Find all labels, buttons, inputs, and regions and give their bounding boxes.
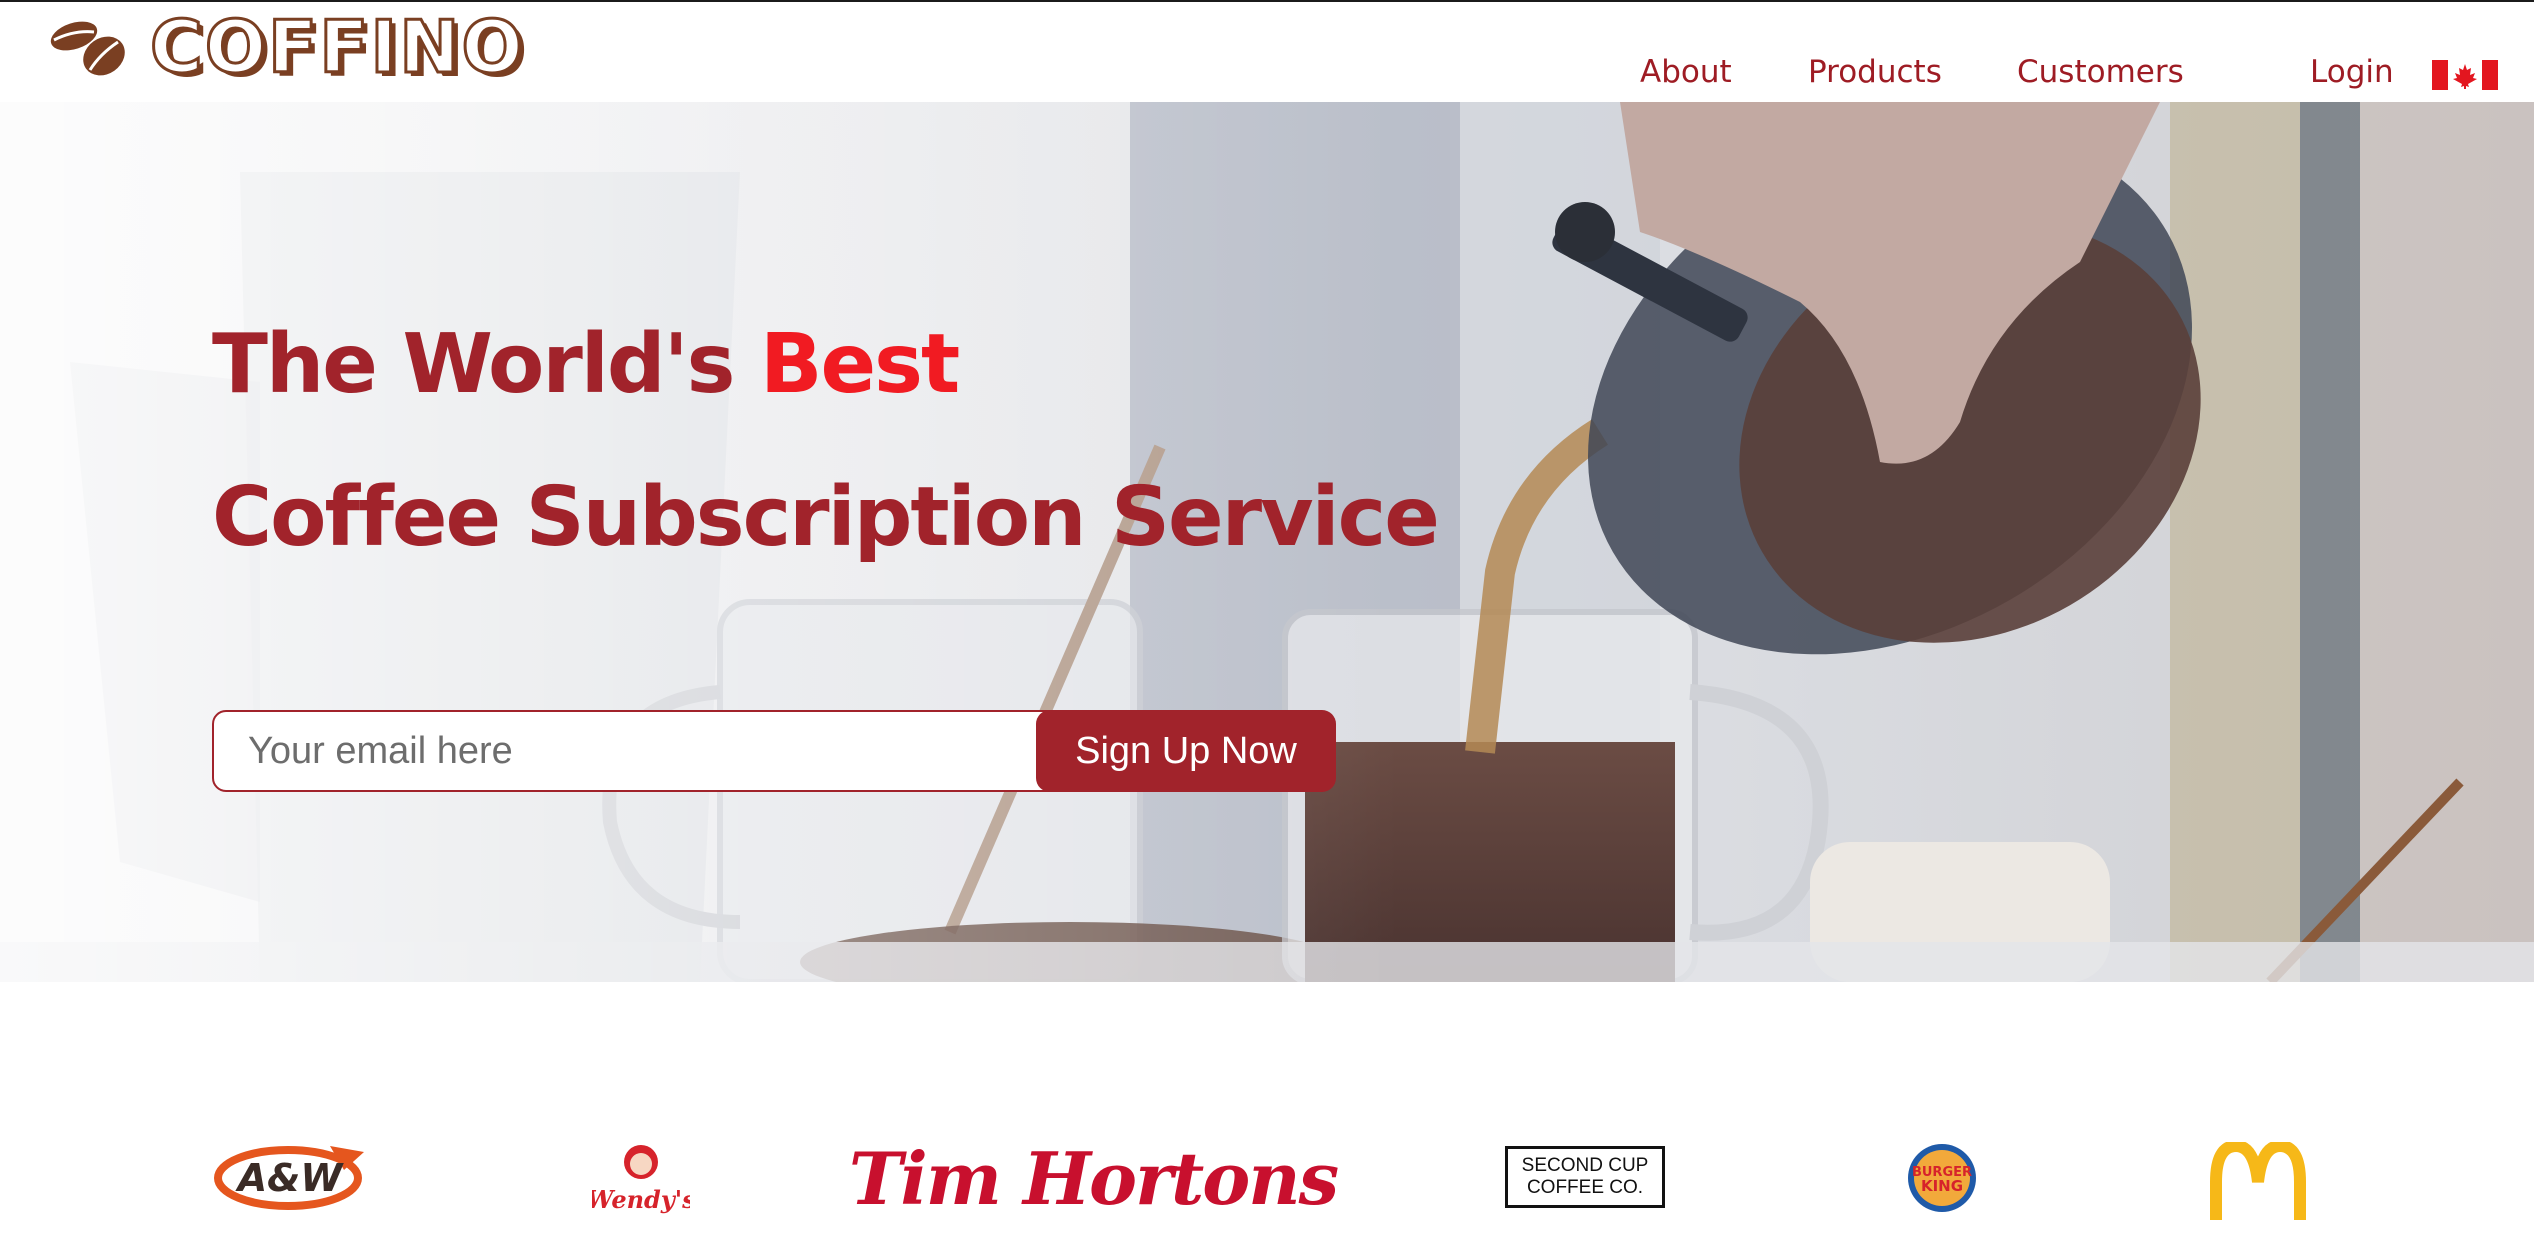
coffee-beans-icon	[50, 21, 125, 76]
hero-title-accent: Best	[760, 317, 960, 412]
burger-king-logo-line2: KING	[1921, 1177, 1963, 1195]
hero-title-line-2: Coffee Subscription Service	[212, 470, 1440, 565]
wendys-logo-graphic: Wendy's	[592, 1145, 690, 1214]
burger-king-logo-graphic: BURGER KING	[1908, 1144, 1976, 1212]
wendys-logo-text: Wendy's	[592, 1185, 690, 1214]
tim-hortons-logo-text: Tim Hortons	[848, 1135, 1339, 1221]
burger-king-logo: BURGER KING	[1906, 1142, 1978, 1214]
nav-customers[interactable]: Customers	[2017, 54, 2184, 90]
tim-hortons-logo: Tim Hortons	[849, 1136, 1339, 1221]
aw-logo-text: A&W	[235, 1156, 345, 1200]
landing-page: COFFINO About Products Customers Login T…	[0, 0, 2534, 1256]
logo-wordmark: COFFINO	[149, 5, 525, 89]
coffino-logo[interactable]: COFFINO	[44, 5, 544, 89]
signup-form: Sign Up Now	[212, 710, 1336, 792]
aw-logo: A&W	[212, 1138, 372, 1212]
wendys-logo: Wendy's	[592, 1142, 690, 1216]
customer-logos: A&W Wendy's Tim Hortons SECOND CUP COFFE…	[0, 982, 2534, 1256]
second-cup-logo-line1: SECOND CUP	[1521, 1155, 1649, 1176]
email-input[interactable]	[212, 710, 1110, 792]
hero-title-prefix: The World's	[212, 317, 761, 412]
second-cup-logo: SECOND CUP COFFEE CO.	[1503, 1144, 1667, 1210]
nav-login[interactable]: Login	[2310, 54, 2394, 90]
nav-about[interactable]: About	[1640, 54, 1732, 90]
site-header: COFFINO About Products Customers Login	[0, 2, 2534, 102]
sign-up-button[interactable]: Sign Up Now	[1036, 710, 1336, 792]
nav-products[interactable]: Products	[1808, 54, 1942, 90]
aw-logo-graphic: A&W	[214, 1146, 364, 1210]
hero-section: The World's Best Coffee Subscription Ser…	[0, 102, 2534, 982]
second-cup-logo-box: SECOND CUP COFFEE CO.	[1505, 1146, 1665, 1208]
mcdonalds-logo	[2208, 1142, 2308, 1222]
second-cup-logo-line2: COFFEE CO.	[1526, 1177, 1644, 1198]
hero-title-line-1: The World's Best	[212, 317, 960, 412]
golden-arches-icon	[2210, 1142, 2306, 1220]
canada-flag-icon[interactable]	[2432, 60, 2498, 90]
